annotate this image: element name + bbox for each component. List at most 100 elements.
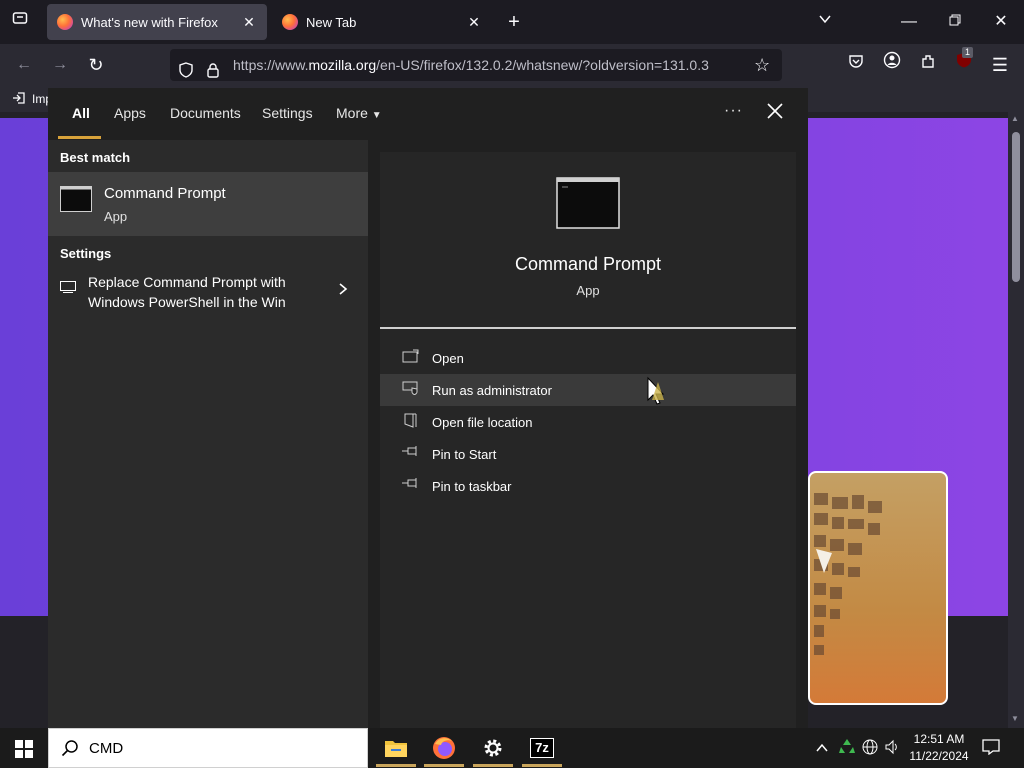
more-options-icon[interactable]: ··· [724,102,743,120]
pocket-icon[interactable] [842,51,870,79]
minimize-button[interactable]: — [895,8,923,36]
filter-more-label: More [336,105,368,121]
tab-title: New Tab [306,14,357,30]
tab-whats-new[interactable]: What's new with Firefox ✕ [47,4,267,40]
action-open-file-location[interactable]: Open file location [380,406,796,438]
result-preview-pane: Command Prompt App Open Run as administr… [380,152,796,728]
firefox-icon [57,14,73,30]
navigation-toolbar: ← → ↻ https://www.mozilla.org/en-US/fire… [0,44,1024,86]
browser-tab-bar: What's new with Firefox ✕ New Tab ✕ + — … [0,0,1024,44]
url-text: https://www.mozilla.org/en-US/firefox/13… [233,49,709,81]
taskbar-clock[interactable]: 12:51 AM 11/22/2024 [900,731,978,765]
ublock-icon[interactable]: 1 [950,47,978,79]
bookmark-star-icon[interactable]: ☆ [754,49,770,81]
action-run-as-admin-label: Run as administrator [432,383,552,398]
active-filter-indicator [58,136,101,139]
clock-date: 11/22/2024 [909,749,969,763]
seven-zip-label: 7z [530,738,554,758]
app-running-indicator [473,764,513,767]
action-open[interactable]: Open [380,342,796,374]
windows-search-panel: All Apps Documents Settings More ▼ ··· B… [48,88,808,728]
chevron-up-icon[interactable] [815,740,829,756]
clock-time: 12:51 AM [913,732,965,746]
recycle-icon[interactable] [838,737,856,758]
close-tab-icon[interactable]: ✕ [239,12,259,32]
action-pin-to-start-label: Pin to Start [432,447,497,462]
close-tab-icon[interactable]: ✕ [464,12,484,32]
filter-documents[interactable]: Documents [170,105,241,121]
filter-all[interactable]: All [72,105,90,121]
pin-icon [402,445,420,461]
import-icon[interactable] [12,91,26,108]
preview-title: Command Prompt [514,254,662,274]
action-run-as-administrator[interactable]: Run as administrator [380,374,796,406]
command-prompt-large-icon [556,177,620,234]
reload-button[interactable]: ↻ [82,51,110,79]
app-running-indicator [376,764,416,767]
firefox-taskbar-icon[interactable] [424,734,464,767]
chevron-right-icon[interactable] [338,282,348,301]
scrollbar-thumb[interactable] [1012,132,1020,282]
url-path: /en-US/firefox/132.0.2/whatsnew/?oldvers… [376,57,709,73]
shield-icon [402,381,420,397]
volume-icon[interactable] [884,739,900,758]
page-scrollbar[interactable]: ▲ ▼ [1008,112,1024,728]
best-match-result[interactable]: Command Prompt App [48,172,368,236]
action-pin-to-start[interactable]: Pin to Start [380,438,796,470]
file-explorer-icon[interactable] [376,734,416,767]
scroll-down-icon[interactable]: ▼ [1011,714,1019,723]
filter-more[interactable]: More ▼ [336,105,382,121]
command-prompt-icon [60,186,92,217]
pin-icon [402,477,420,493]
lock-icon[interactable] [206,57,220,89]
tab-list-icon[interactable] [6,8,34,36]
network-icon[interactable] [862,739,878,758]
tab-new-tab[interactable]: New Tab ✕ [272,4,492,40]
action-pin-to-taskbar[interactable]: Pin to taskbar [380,470,796,502]
best-match-subtitle: App [104,209,128,224]
filter-apps[interactable]: Apps [114,105,146,121]
windows-start-icon[interactable] [15,740,33,763]
open-icon [402,349,420,365]
action-open-label: Open [432,351,464,366]
forward-button[interactable]: → [46,51,74,79]
search-results-list: Best match Command Prompt App Settings R… [48,140,368,728]
scroll-up-icon[interactable]: ▲ [1011,114,1019,123]
preview-subtitle: App [576,283,600,298]
preview-divider [380,327,796,329]
back-button[interactable]: ← [10,51,38,79]
new-tab-button[interactable]: + [500,8,528,36]
app-running-indicator [424,764,464,767]
close-search-button[interactable] [766,102,784,125]
settings-result-line1: Replace Command Prompt with [88,274,286,290]
busy-cursor-icon [644,376,668,411]
folder-icon [402,413,420,429]
app-running-indicator [522,764,562,767]
maximize-button[interactable] [941,8,969,36]
url-domain: mozilla.org [308,57,377,73]
seven-zip-icon[interactable]: 7z [522,734,562,767]
action-pin-to-taskbar-label: Pin to taskbar [432,479,512,494]
menu-icon[interactable]: ☰ [986,51,1014,79]
firefox-icon [282,14,298,30]
best-match-title: Command Prompt [104,185,226,202]
extensions-icon[interactable] [914,51,942,79]
extension-badge: 1 [962,47,974,58]
settings-result[interactable]: Replace Command Prompt with Windows Powe… [48,268,368,320]
settings-gear-icon[interactable] [473,734,513,767]
best-match-heading: Best match [60,150,131,165]
notification-icon[interactable] [982,739,1000,758]
filter-settings[interactable]: Settings [262,105,313,121]
monitor-icon [60,280,76,298]
search-query: CMD [89,740,124,757]
search-filter-bar: All Apps Documents Settings More ▼ ··· [48,88,808,140]
chevron-down-icon: ▼ [371,110,382,121]
settings-heading: Settings [60,246,112,261]
close-window-button[interactable]: ✕ [987,8,1015,36]
account-icon[interactable] [878,51,906,79]
url-bar[interactable]: https://www.mozilla.org/en-US/firefox/13… [170,49,782,81]
url-prefix: https://www. [233,57,309,73]
shield-icon[interactable] [178,57,194,89]
chevron-down-icon[interactable] [811,8,839,36]
taskbar-search-box[interactable]: CMD [48,728,368,768]
